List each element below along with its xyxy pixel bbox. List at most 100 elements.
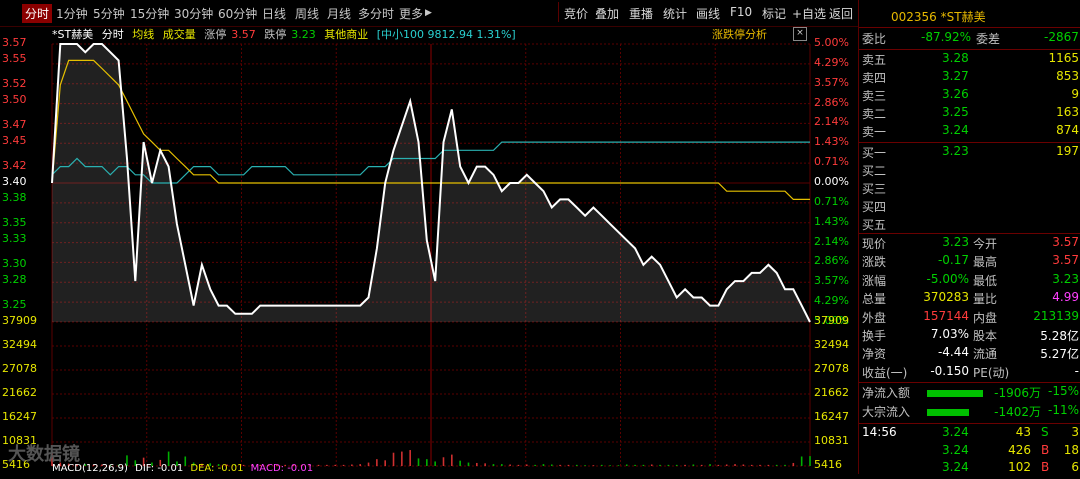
jingjia-button[interactable]: 竞价 [564, 5, 588, 22]
tick-row: 14:56 3.24 43 S 3 [859, 425, 1080, 444]
quote-value: 3.23 [942, 235, 969, 249]
quote-value-2: 213139 [1033, 308, 1079, 323]
ask-label: 卖四 [862, 71, 887, 85]
price-tick-label: 3.35 [2, 215, 27, 229]
replay-button[interactable]: 重播 [629, 5, 653, 22]
legend-mode: 分时 [101, 28, 124, 41]
tick-price: 3.24 [942, 460, 969, 474]
ask-row[interactable]: 卖三 3.26 9 [859, 87, 1080, 106]
quote-value: 157144 [923, 308, 969, 323]
quote-label: 涨跌 [862, 255, 887, 270]
tab-week[interactable]: 周线 [295, 5, 319, 22]
pct-tick-label: 1.43% [814, 214, 849, 228]
pct-tick-label: 4.29% [814, 294, 849, 308]
back-button[interactable]: 返回 [829, 5, 853, 22]
ask-volume: 874 [1056, 123, 1079, 137]
quote-value-2: 5.28亿 [1040, 329, 1079, 343]
volume-tick-label-right: 27078 [814, 362, 849, 375]
price-tick-label: 3.28 [2, 273, 27, 287]
quote-label-2: 流通 [973, 347, 998, 362]
quote-value: -0.150 [930, 363, 969, 378]
quote-label: 换手 [862, 329, 887, 343]
tab-day[interactable]: 日线 [262, 5, 286, 22]
close-icon[interactable]: × [793, 27, 807, 41]
overlay-button[interactable]: 叠加 [595, 5, 619, 22]
price-tick-label: 3.50 [2, 93, 27, 107]
volume-tick-label-right: 21662 [814, 386, 849, 399]
tab-1min[interactable]: 1分钟 [56, 5, 88, 22]
flow-percent: -11% [1047, 403, 1079, 417]
legend-avg-line: 均线 [132, 28, 155, 41]
bid-label: 买四 [862, 200, 887, 214]
price-tick-label: 3.42 [2, 158, 27, 172]
tab-month[interactable]: 月线 [327, 5, 351, 22]
volume-tick-label-right: 37909 [814, 314, 849, 327]
legend-index[interactable]: [中小100 9812.94 1.31%] [377, 28, 516, 41]
quote-row: 净资 -4.44 流通 5.27亿 [859, 345, 1080, 364]
draw-line-button[interactable]: 画线 [696, 5, 720, 22]
add-favorite-button[interactable]: +自选 [792, 5, 826, 22]
quote-row: 收益(一) -0.150 PE(动) - [859, 364, 1080, 383]
pct-tick-label: 0.00% [814, 175, 849, 188]
pct-tick-label: 3.57% [814, 274, 849, 288]
intraday-chart-area[interactable] [0, 26, 858, 474]
ask-row[interactable]: 卖二 3.25 163 [859, 105, 1080, 124]
quote-label: 涨幅 [862, 273, 887, 288]
legend-limit-up-label: 涨停 [204, 28, 227, 41]
quote-label-2: 最低 [973, 273, 998, 288]
legend-industry[interactable]: 其他商业 [324, 28, 368, 41]
quote-label-2: 股本 [973, 329, 998, 343]
tab-multi-fenshi[interactable]: 多分时 [358, 5, 394, 22]
tab-60min[interactable]: 60分钟 [218, 5, 257, 22]
mark-button[interactable]: 标记 [762, 5, 786, 22]
tab-fenshi[interactable]: 分时 [22, 4, 53, 23]
bid-row[interactable]: 买一 3.23 197 [859, 144, 1080, 163]
price-tick-label: 3.47 [2, 117, 27, 131]
limit-analysis-link[interactable]: 涨跌停分析 [712, 26, 767, 42]
tab-15min[interactable]: 15分钟 [130, 5, 169, 22]
bid-row[interactable]: 买二 [859, 162, 1080, 181]
quote-row: 总量 370283 量比 4.99 [859, 290, 1080, 309]
ask-row[interactable]: 卖四 3.27 853 [859, 69, 1080, 88]
quote-label: 现价 [862, 237, 887, 251]
pct-tick-label: 4.29% [814, 55, 849, 69]
quote-label-2: 今开 [973, 237, 998, 251]
volume-tick-label: 16247 [2, 410, 37, 423]
ask-row[interactable]: 卖一 3.24 874 [859, 123, 1080, 142]
quote-label: 收益(一) [862, 365, 908, 380]
tick-side: S [1041, 425, 1049, 439]
pct-tick-label: 2.86% [814, 95, 849, 109]
pct-tick-label: 2.14% [814, 234, 849, 248]
flow-percent: -15% [1047, 384, 1079, 398]
flow-row: 大宗流入 -1402万 -11% [859, 403, 1080, 422]
quote-value-2: 3.23 [1052, 271, 1079, 286]
quote-label: 外盘 [862, 310, 887, 325]
tick-count: 6 [1071, 460, 1079, 474]
macd-dif: DIF: -0.01 [135, 463, 184, 474]
toolbar-divider [558, 2, 559, 22]
quote-label-2: 最高 [973, 255, 998, 270]
ask-price: 3.24 [942, 123, 969, 137]
tick-count: 18 [1063, 442, 1079, 457]
pct-tick-label: 2.86% [814, 254, 849, 268]
intraday-chart[interactable] [0, 26, 858, 474]
bid-row[interactable]: 买三 [859, 180, 1080, 199]
quote-label-2: 内盘 [973, 310, 998, 325]
tab-30min[interactable]: 30分钟 [174, 5, 213, 22]
stats-button[interactable]: 统计 [663, 5, 687, 22]
quote-value-2: - [1074, 363, 1079, 378]
quote-value-2: 4.99 [1052, 290, 1079, 305]
more-arrow-icon: ▶ [425, 8, 432, 18]
tab-more[interactable]: 更多 [399, 5, 423, 22]
pct-tick-label: 3.57% [814, 75, 849, 89]
bid-row[interactable]: 买四 [859, 198, 1080, 217]
ask-price: 3.26 [942, 87, 969, 101]
f10-button[interactable]: F10 [730, 5, 752, 19]
flow-label: 大宗流入 [862, 405, 911, 419]
quote-value: 7.03% [930, 327, 969, 341]
tab-5min[interactable]: 5分钟 [93, 5, 125, 22]
bid-label: 买二 [862, 164, 887, 178]
period-toolbar: 分时 1分钟 5分钟 15分钟 30分钟 60分钟 日线 周线 月线 多分时 更… [0, 0, 858, 27]
ask-row[interactable]: 卖五 3.28 1165 [859, 51, 1080, 70]
ask-volume: 853 [1056, 69, 1079, 83]
